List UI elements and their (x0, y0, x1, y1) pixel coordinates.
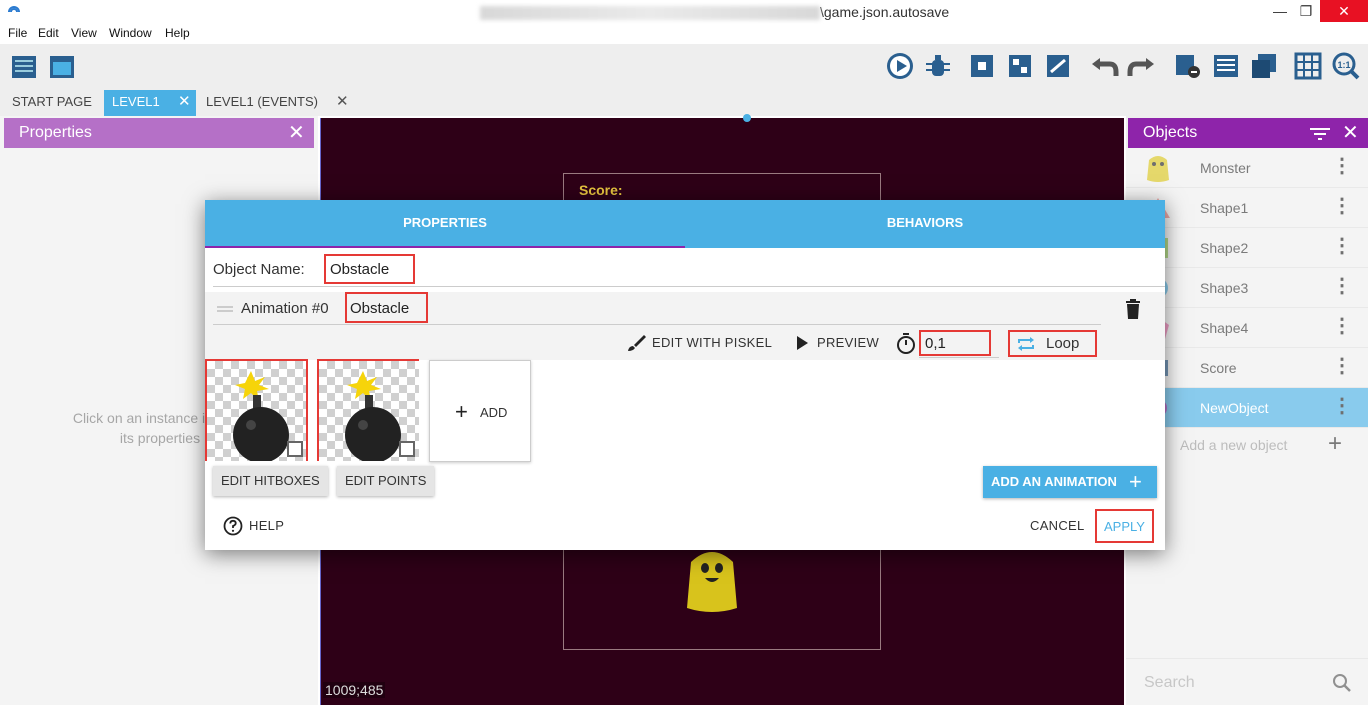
tab-level1[interactable]: LEVEL1 ✕ (104, 90, 196, 116)
add-animation-label: ADD AN ANIMATION (991, 474, 1117, 489)
objects-panel-header: Objects ✕ (1128, 118, 1368, 148)
title-bar: \game.json.autosave — ❐ ✕ (0, 0, 1368, 24)
debug-bug-icon[interactable] (922, 50, 954, 82)
blurred-path (480, 6, 820, 21)
menu-help[interactable]: Help (165, 26, 190, 40)
window-title: \game.json.autosave (480, 4, 950, 21)
tab-close-icon[interactable]: ✕ (178, 90, 191, 114)
object-groups-icon[interactable] (1004, 50, 1036, 82)
cursor-coordinates: 1009;485 (323, 682, 386, 698)
loop-label: Loop (1046, 335, 1080, 352)
layers-stack-icon[interactable] (1248, 50, 1280, 82)
close-window-button[interactable]: ✕ (1320, 0, 1368, 22)
tab-close-icon[interactable]: ✕ (336, 90, 349, 114)
loop-icon (1018, 337, 1034, 351)
add-frame-button[interactable]: + ADD (429, 360, 531, 462)
zoom-reset-icon[interactable]: 1:1 (1330, 50, 1362, 82)
dialog-tabs: PROPERTIES BEHAVIORS (205, 200, 1165, 248)
filter-icon[interactable] (1310, 126, 1330, 142)
edit-properties-icon[interactable] (1042, 50, 1074, 82)
animation-frame-1[interactable] (205, 359, 307, 461)
trash-icon[interactable] (1125, 299, 1141, 319)
divider (919, 357, 999, 358)
help-button[interactable]: HELP (249, 518, 284, 533)
menu-bar: File Edit View Window Help (0, 24, 1368, 44)
layers-list-icon[interactable] (1210, 50, 1242, 82)
undo-icon[interactable] (1088, 50, 1120, 82)
frame-select-checkbox[interactable] (399, 441, 415, 457)
monster-instance[interactable] (683, 548, 741, 614)
object-name-label: Object Name: (213, 261, 305, 278)
project-manager-icon[interactable] (8, 50, 40, 82)
add-frame-label: ADD (480, 405, 508, 420)
preview-play-icon[interactable] (884, 50, 916, 82)
preview-button[interactable]: PREVIEW (817, 335, 879, 350)
frame-time-field[interactable]: 0,1 (919, 330, 991, 356)
edit-with-piskel-button[interactable]: EDIT WITH PISKEL (652, 335, 772, 350)
menu-edit[interactable]: Edit (38, 26, 59, 40)
menu-view[interactable]: View (71, 26, 97, 40)
svg-text:1:1: 1:1 (1337, 60, 1350, 70)
tab-properties[interactable]: PROPERTIES (205, 200, 685, 248)
tab-level1-events[interactable]: LEVEL1 (EVENTS) ✕ (198, 90, 352, 116)
tab-start-page[interactable]: START PAGE (4, 90, 100, 116)
frame-select-checkbox[interactable] (287, 441, 303, 457)
apply-label: APPLY (1104, 519, 1145, 534)
tab-label: LEVEL1 (EVENTS) (206, 94, 318, 109)
grid-toggle-icon[interactable] (1292, 50, 1324, 82)
redo-icon[interactable] (1126, 50, 1158, 82)
editor-tabs: START PAGE LEVEL1 ✕ LEVEL1 (EVENTS) ✕ (0, 90, 1368, 116)
add-object-icon[interactable] (966, 50, 998, 82)
edit-points-button[interactable]: EDIT POINTS (337, 466, 435, 496)
object-editor-dialog: PROPERTIES BEHAVIORS Object Name: Obstac… (205, 200, 1165, 550)
object-name-field[interactable]: Obstacle (324, 254, 415, 284)
scene-window-icon[interactable] (46, 50, 78, 82)
divider (213, 324, 1101, 325)
animation-name-value: Obstacle (350, 300, 410, 317)
loop-toggle-button[interactable]: Loop (1008, 330, 1097, 357)
score-text-instance[interactable]: Score: (579, 182, 623, 198)
plus-icon: + (455, 399, 468, 424)
animation-label: Animation #0 (241, 300, 329, 317)
frame-time-value: 0,1 (925, 335, 946, 352)
window-title-suffix: \game.json.autosave (820, 4, 950, 20)
menu-file[interactable]: File (8, 26, 27, 40)
apply-button[interactable]: APPLY (1095, 509, 1154, 543)
frame-divider (306, 359, 308, 461)
plus-icon: + (1129, 469, 1142, 494)
scene-resize-handle[interactable] (743, 114, 751, 122)
drag-handle-line (217, 310, 233, 312)
drag-handle-icon[interactable] (217, 306, 233, 308)
menu-window[interactable]: Window (109, 26, 152, 40)
instances-list-icon[interactable] (1172, 50, 1204, 82)
gdevelop-app-icon (8, 6, 20, 13)
objects-panel-title: Objects (1143, 124, 1198, 141)
animation-frame-2[interactable] (317, 359, 419, 461)
add-animation-button[interactable]: ADD AN ANIMATION + (983, 466, 1157, 498)
brush-icon (628, 335, 646, 351)
animation-name-field[interactable]: Obstacle (345, 292, 428, 323)
object-name-value: Obstacle (330, 261, 390, 278)
divider (213, 286, 1165, 287)
tab-behaviors[interactable]: BEHAVIORS (685, 200, 1165, 248)
toolbar: 1:1 (0, 44, 1368, 90)
tab-label: LEVEL1 (112, 94, 160, 109)
edit-hitboxes-button[interactable]: EDIT HITBOXES (213, 466, 328, 496)
play-icon (797, 336, 808, 350)
timer-icon (897, 333, 915, 354)
close-icon[interactable]: ✕ (1342, 118, 1359, 148)
help-icon[interactable] (223, 516, 243, 536)
cancel-button[interactable]: CANCEL (1030, 518, 1085, 533)
tab-label: START PAGE (12, 94, 92, 109)
